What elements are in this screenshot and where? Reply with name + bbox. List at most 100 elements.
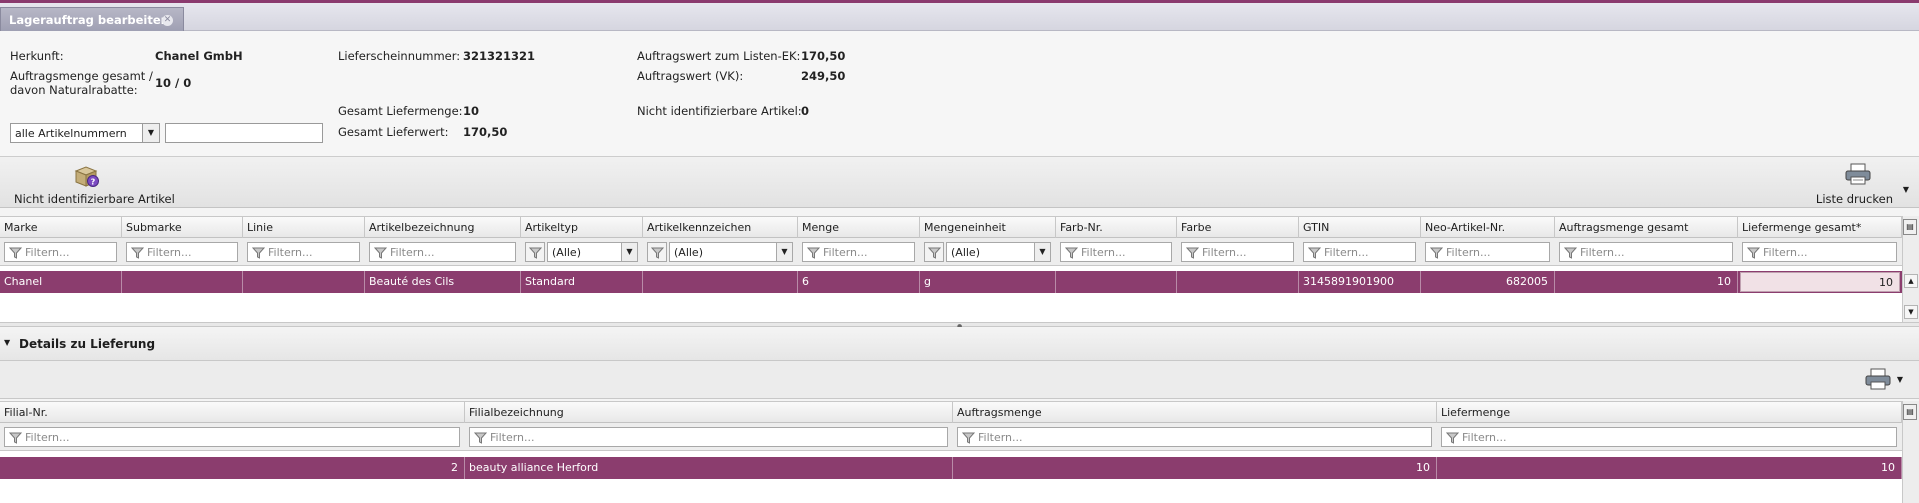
articles-header: Marke Submarke Linie Artikelbezeichnung … xyxy=(0,216,1902,238)
cell-mengeneinheit[interactable]: g xyxy=(920,271,1056,293)
filter-liefermenge-gesamt[interactable]: Filtern... xyxy=(1742,242,1897,262)
auftragswert-ek-value: 170,50 xyxy=(801,49,846,63)
col-header-mengeneinheit[interactable]: Mengeneinheit xyxy=(920,217,1056,238)
filter-linie[interactable]: Filtern... xyxy=(247,242,360,262)
cell-artikelbezeichnung[interactable]: Beauté des Cils xyxy=(365,271,521,293)
auftragswert-vk-label: Auftragswert (VK): xyxy=(637,69,744,83)
print-list-button[interactable]: Liste drucken ▼ xyxy=(1813,163,1909,207)
chevron-down-icon[interactable]: ▼ xyxy=(142,124,159,142)
col-header-artikeltyp[interactable]: Artikeltyp xyxy=(521,217,643,238)
col-header-marke[interactable]: Marke xyxy=(0,217,122,238)
auftragsmenge-label-1: Auftragsmenge gesamt / xyxy=(10,69,153,83)
col-header-filial-nr[interactable]: Filial-Nr. xyxy=(0,402,465,423)
filter-icon xyxy=(1446,432,1459,444)
filter-icon xyxy=(131,247,144,259)
cell-liefermenge[interactable]: 10 xyxy=(1437,457,1902,479)
tab-lagerauftrag[interactable]: Lagerauftrag bearbeiten ✕ xyxy=(0,7,184,31)
artikelnummer-select[interactable]: alle Artikelnummern ▼ xyxy=(10,123,160,143)
cell-filialbezeichnung[interactable]: beauty alliance Herford xyxy=(465,457,953,479)
articles-vertical-scrollbar[interactable]: ▤ ▲ ▼ xyxy=(1902,216,1919,322)
col-header-liefermenge-gesamt[interactable]: Liefermenge gesamt* xyxy=(1738,217,1902,238)
filter-marke[interactable]: Filtern... xyxy=(4,242,117,262)
filter-icon xyxy=(374,247,387,259)
cell-gtin[interactable]: 3145891901900 xyxy=(1299,271,1421,293)
filter-auftragsmenge-gesamt[interactable]: Filtern... xyxy=(1559,242,1733,262)
cell-auftragsmenge-gesamt[interactable]: 10 xyxy=(1555,271,1738,293)
artikelnummer-input[interactable] xyxy=(165,123,323,143)
cell-farb-nr[interactable] xyxy=(1056,271,1177,293)
cell-auftragsmenge[interactable]: 10 xyxy=(953,457,1437,479)
cell-artikeltyp[interactable]: Standard xyxy=(521,271,643,293)
liefermenge-edit-field[interactable]: 10 xyxy=(1740,272,1900,292)
col-header-auftragsmenge-gesamt[interactable]: Auftragsmenge gesamt xyxy=(1555,217,1738,238)
filter-mengeneinheit[interactable]: (Alle) ▼ xyxy=(924,242,1051,262)
filter-artikelbezeichnung[interactable]: Filtern... xyxy=(369,242,516,262)
cell-submarke[interactable] xyxy=(122,271,243,293)
filter-submarke[interactable]: Filtern... xyxy=(126,242,238,262)
cell-filial-nr[interactable]: 2 xyxy=(0,457,465,479)
filter-icon xyxy=(1430,247,1443,259)
filter-operator-button[interactable] xyxy=(525,242,545,262)
filter-liefermenge[interactable]: Filtern... xyxy=(1441,427,1897,447)
table-row[interactable]: Chanel Beauté des Cils Standard 6 g 3145… xyxy=(0,271,1902,293)
filter-farb-nr[interactable]: Filtern... xyxy=(1060,242,1172,262)
col-header-farbe[interactable]: Farbe xyxy=(1177,217,1299,238)
filter-filialbezeichnung[interactable]: Filtern... xyxy=(469,427,948,447)
filter-filial-nr[interactable]: Filtern... xyxy=(4,427,460,447)
column-chooser-icon[interactable]: ▤ xyxy=(1903,404,1917,420)
nicht-ident-button[interactable]: ? Nicht identifizierbare Artikel xyxy=(12,163,182,207)
col-header-submarke[interactable]: Submarke xyxy=(122,217,243,238)
chevron-down-icon[interactable]: ▼ xyxy=(776,243,792,261)
nicht-ident-button-label: Nicht identifizierbare Artikel xyxy=(14,192,175,206)
details-header: Filial-Nr. Filialbezeichnung Auftragsmen… xyxy=(0,401,1902,423)
table-row[interactable]: 2 beauty alliance Herford 10 10 xyxy=(0,457,1902,479)
filter-operator-button[interactable] xyxy=(924,242,944,262)
cell-menge[interactable]: 6 xyxy=(798,271,920,293)
cell-farbe[interactable] xyxy=(1177,271,1299,293)
cell-marke[interactable]: Chanel xyxy=(0,271,122,293)
chevron-down-icon[interactable]: ▼ xyxy=(1903,185,1909,194)
filter-artikeltyp[interactable]: (Alle) ▼ xyxy=(525,242,638,262)
filter-auftragsmenge[interactable]: Filtern... xyxy=(957,427,1432,447)
auftragsmenge-value: 10 / 0 xyxy=(155,76,192,90)
chevron-down-icon[interactable]: ▼ xyxy=(1897,375,1903,384)
chevron-down-icon[interactable]: ▼ xyxy=(1034,243,1050,261)
filter-gtin[interactable]: Filtern... xyxy=(1303,242,1416,262)
chevron-down-icon[interactable]: ▼ xyxy=(621,243,637,261)
printer-icon[interactable] xyxy=(1865,367,1891,391)
filter-farbe[interactable]: Filtern... xyxy=(1181,242,1294,262)
scroll-down-icon[interactable]: ▼ xyxy=(1904,305,1918,319)
details-filter-row: Filtern... Filtern... Filtern... Filtern… xyxy=(0,423,1902,451)
filter-mengeneinheit-select[interactable]: (Alle) ▼ xyxy=(946,242,1051,262)
filter-menge[interactable]: Filtern... xyxy=(802,242,915,262)
filter-neo-artikel-nr[interactable]: Filtern... xyxy=(1425,242,1550,262)
articles-grid: Marke Submarke Linie Artikelbezeichnung … xyxy=(0,216,1919,322)
col-header-gtin[interactable]: GTIN xyxy=(1299,217,1421,238)
cell-artikelkennzeichen[interactable] xyxy=(643,271,798,293)
filter-artikelkennzeichen-select[interactable]: (Alle) ▼ xyxy=(669,242,793,262)
details-toolbar: ▼ xyxy=(0,361,1919,399)
filter-icon xyxy=(1747,247,1760,259)
filter-artikelkennzeichen[interactable]: (Alle) ▼ xyxy=(647,242,793,262)
col-header-farb-nr[interactable]: Farb-Nr. xyxy=(1056,217,1177,238)
col-header-artikelbezeichnung[interactable]: Artikelbezeichnung xyxy=(365,217,521,238)
col-header-artikelkennzeichen[interactable]: Artikelkennzeichen xyxy=(643,217,798,238)
scroll-up-icon[interactable]: ▲ xyxy=(1904,274,1918,288)
col-header-liefermenge[interactable]: Liefermenge xyxy=(1437,402,1902,423)
cell-neo-artikel-nr[interactable]: 682005 xyxy=(1421,271,1555,293)
herkunft-label: Herkunft: xyxy=(10,49,64,63)
tab-title: Lagerauftrag bearbeiten xyxy=(9,13,169,27)
filter-operator-button[interactable] xyxy=(647,242,667,262)
column-chooser-icon[interactable]: ▤ xyxy=(1903,219,1917,235)
details-vertical-scrollbar[interactable]: ▤ xyxy=(1902,401,1919,503)
col-header-menge[interactable]: Menge xyxy=(798,217,920,238)
col-header-filialbezeichnung[interactable]: Filialbezeichnung xyxy=(465,402,953,423)
col-header-auftragsmenge[interactable]: Auftragsmenge xyxy=(953,402,1437,423)
filter-artikeltyp-select[interactable]: (Alle) ▼ xyxy=(547,242,638,262)
col-header-linie[interactable]: Linie xyxy=(243,217,365,238)
details-section-header[interactable]: ▼ Details zu Lieferung xyxy=(0,327,1919,361)
collapse-caret-icon[interactable]: ▼ xyxy=(4,338,10,347)
col-header-neo-artikel-nr[interactable]: Neo-Artikel-Nr. xyxy=(1421,217,1555,238)
cell-linie[interactable] xyxy=(243,271,365,293)
close-icon[interactable]: ✕ xyxy=(162,15,173,26)
